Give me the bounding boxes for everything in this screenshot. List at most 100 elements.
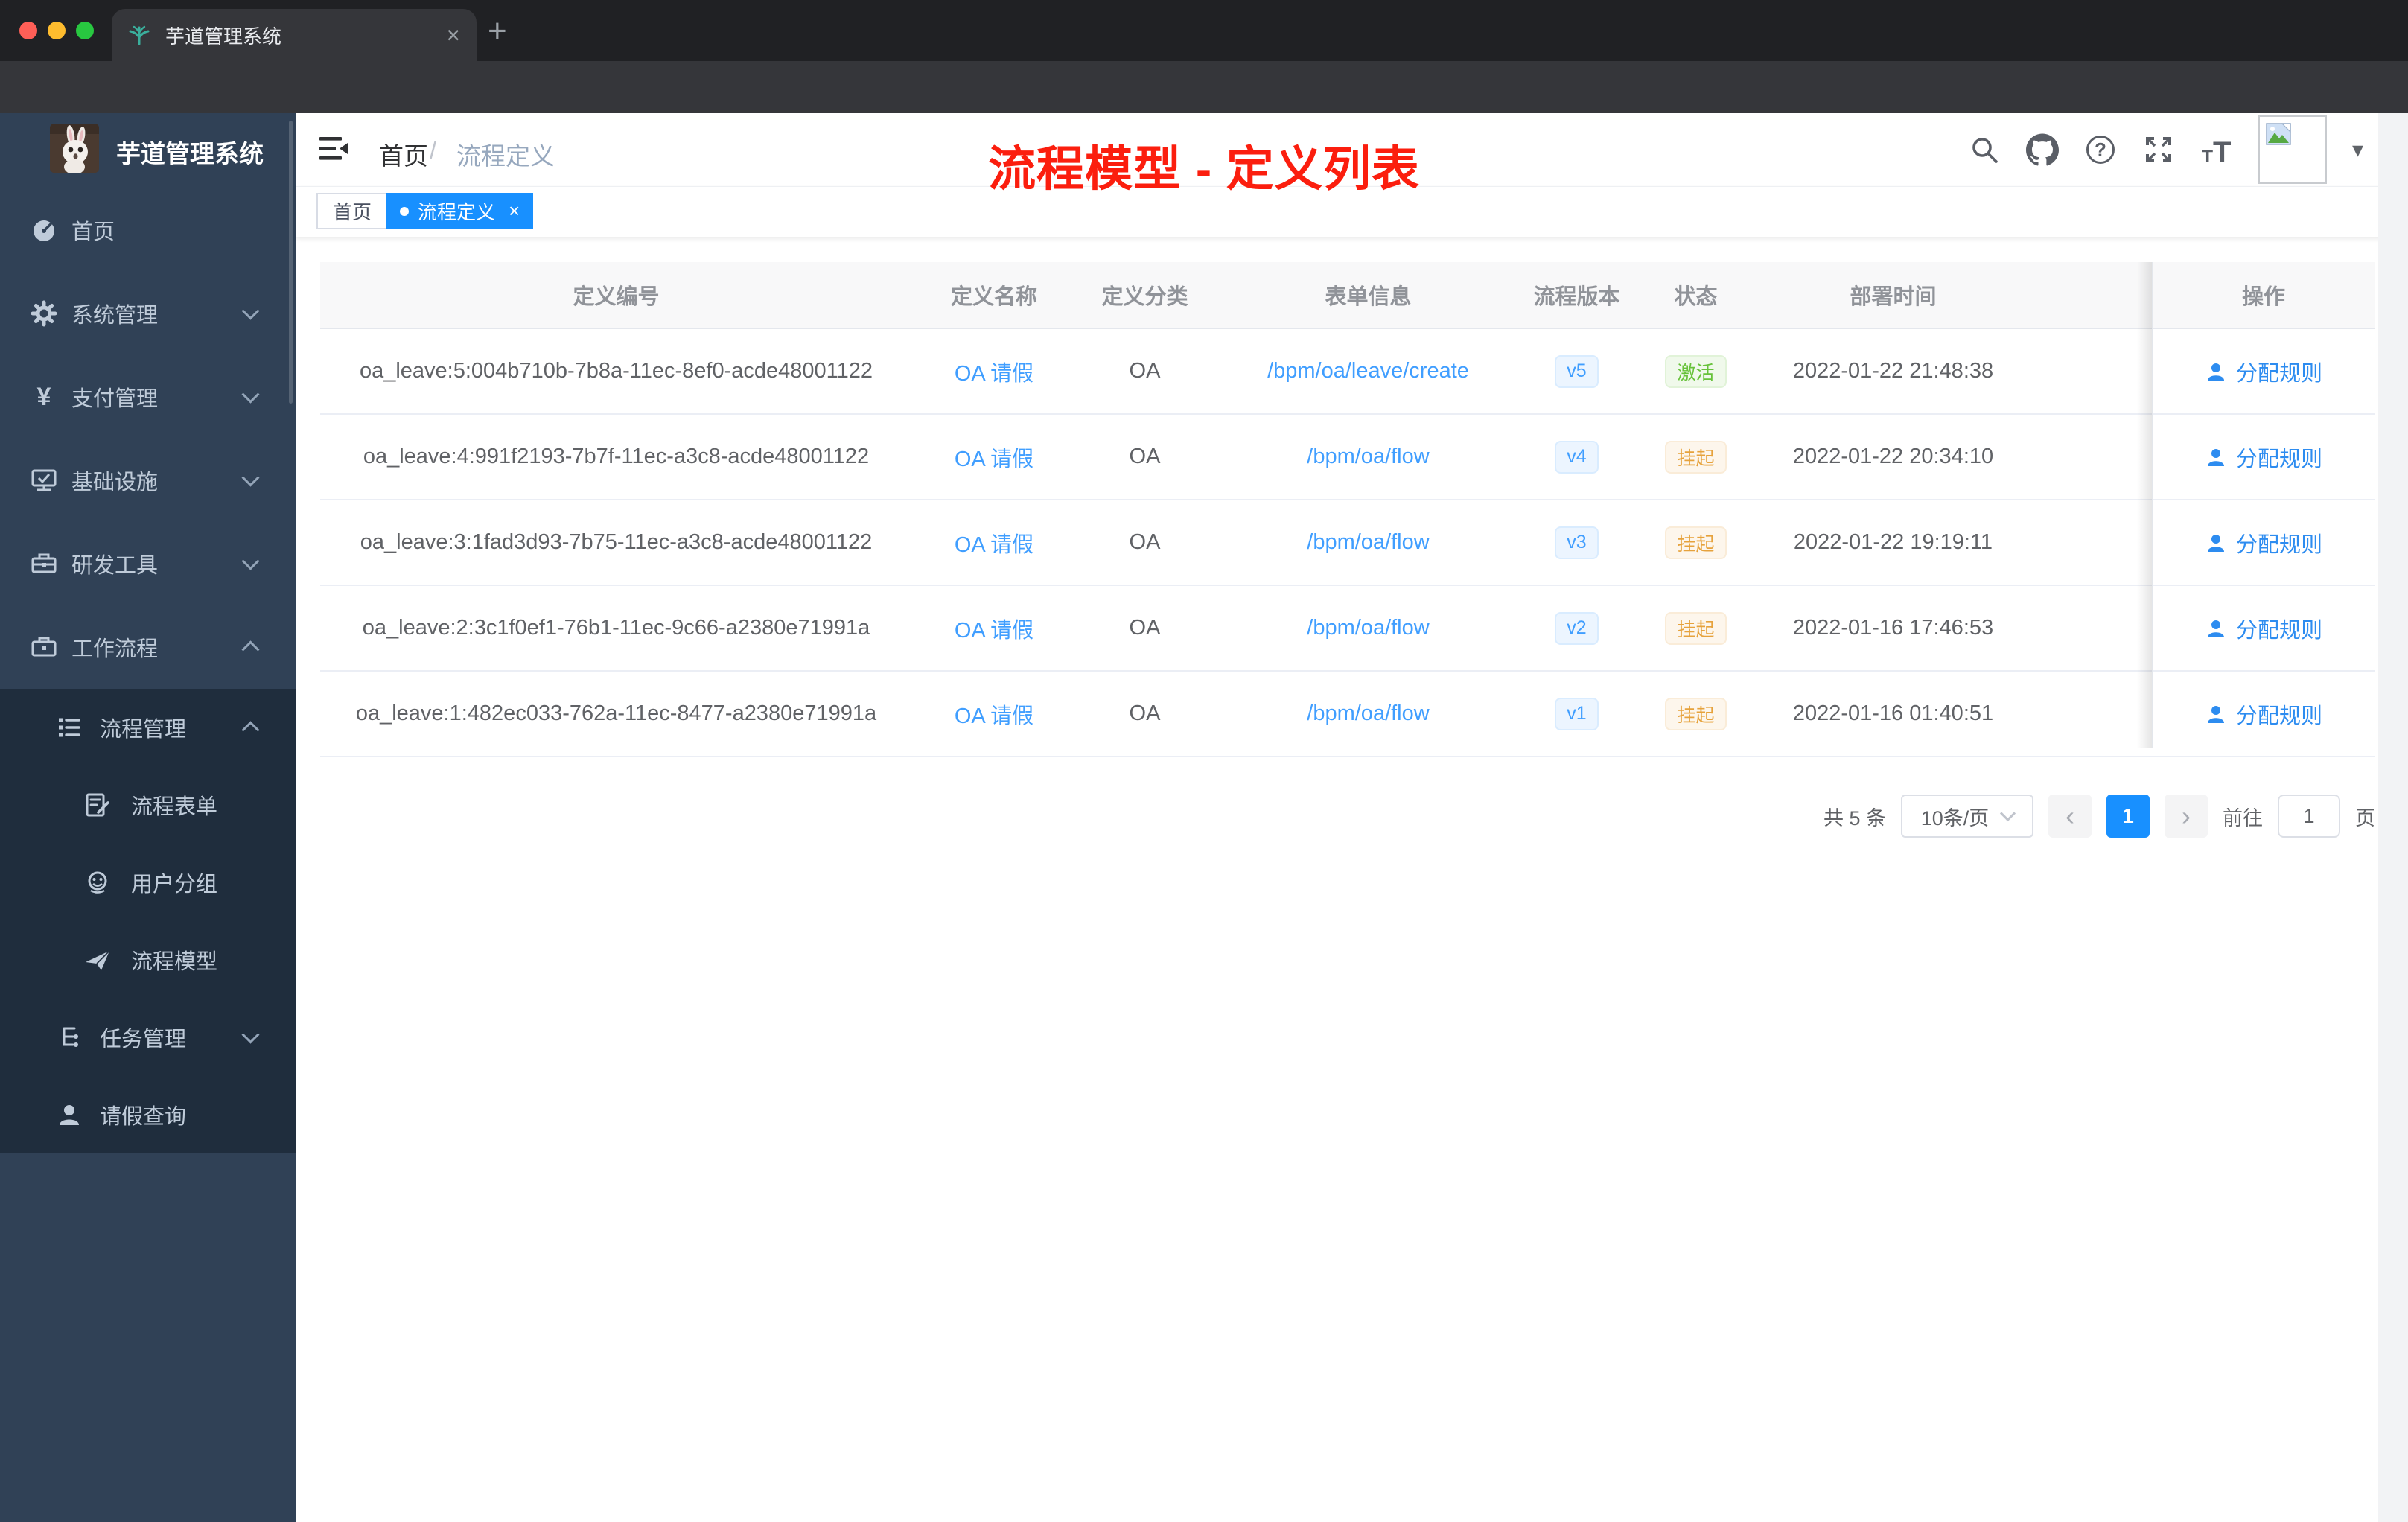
definition-id: oa_leave:2:3c1f0ef1-76b1-11ec-9c66-a2380… <box>362 616 870 640</box>
window-zoom-button[interactable] <box>76 22 94 39</box>
next-page-button[interactable]: › <box>2165 795 2208 838</box>
form-link[interactable]: /bpm/oa/flow <box>1307 701 1429 726</box>
help-icon[interactable]: ? <box>2084 133 2117 166</box>
sidebar-item-workflow[interactable]: 工作流程 <box>0 605 296 689</box>
deploy-time: 2022-01-16 01:40:51 <box>1792 701 1994 725</box>
sidebar-item-system[interactable]: 系统管理 <box>0 272 296 355</box>
chevron-up-icon <box>241 721 260 739</box>
sidebar-item-task-management[interactable]: 任务管理 <box>0 999 296 1076</box>
assign-rule-button[interactable]: 分配规则 <box>2205 356 2322 387</box>
window-minimize-button[interactable] <box>48 22 66 39</box>
sidebar-collapse-icon[interactable] <box>319 136 348 162</box>
chevron-down-icon <box>241 468 260 487</box>
sidebar-logo[interactable]: 芋道管理系统 <box>0 113 296 188</box>
task-tree-icon <box>55 1023 83 1051</box>
app-header: 首页 / 流程定义 ? TT ▾ <box>296 113 2408 186</box>
sidebar-submenu-workflow: 流程管理 流程表单 用户分组 流程模型 任务管理 请假查询 <box>0 689 296 1153</box>
definition-category: OA <box>1129 616 1161 640</box>
sidebar: 芋道管理系统 首页 系统管理 ¥ 支付管理 基础设施 研发工具 工作流程 流程管… <box>0 113 296 1522</box>
active-dot-icon <box>400 206 409 216</box>
form-link[interactable]: /bpm/oa/flow <box>1307 616 1429 640</box>
fixed-column-divider <box>2152 262 2153 748</box>
goto-page-input[interactable] <box>2278 795 2340 838</box>
definition-table: 定义编号 定义名称 定义分类 表单信息 流程版本 状态 部署时间 操作 oa_l… <box>320 262 2375 757</box>
table-row: oa_leave:1:482ec033-762a-11ec-8477-a2380… <box>320 672 2375 757</box>
chevron-down-icon <box>241 385 260 404</box>
definition-id: oa_leave:1:482ec033-762a-11ec-8477-a2380… <box>355 701 877 725</box>
search-icon[interactable] <box>1968 133 2001 166</box>
definition-name-link[interactable]: OA 请假 <box>955 698 1033 730</box>
fullscreen-icon[interactable] <box>2142 133 2175 166</box>
definition-name-link[interactable]: OA 请假 <box>955 527 1033 558</box>
github-icon[interactable] <box>2025 133 2059 166</box>
status-badge: 挂起 <box>1665 697 1727 730</box>
page-size-select[interactable]: 10条/页 <box>1901 795 2033 838</box>
col-header-time: 部署时间 <box>1850 285 1937 309</box>
sidebar-item-infrastructure[interactable]: 基础设施 <box>0 439 296 522</box>
browser-tab-strip: 芋道管理系统 × + <box>0 0 2408 61</box>
tag-home[interactable]: 首页 <box>316 193 389 229</box>
definition-name-link[interactable]: OA 请假 <box>955 613 1033 644</box>
tag-process-definition[interactable]: 流程定义 × <box>386 193 534 229</box>
definition-category: OA <box>1129 701 1161 725</box>
form-link[interactable]: /bpm/oa/flow <box>1307 530 1429 555</box>
sidebar-item-process-form[interactable]: 流程表单 <box>0 766 296 844</box>
prev-page-button[interactable]: ‹ <box>2048 795 2092 838</box>
text-size-icon[interactable]: TT <box>2200 133 2233 168</box>
new-tab-button[interactable]: + <box>488 15 507 48</box>
sidebar-item-payment[interactable]: ¥ 支付管理 <box>0 355 296 439</box>
chevron-down-icon <box>2000 805 2016 821</box>
sidebar-item-devtools[interactable]: 研发工具 <box>0 522 296 605</box>
sidebar-item-user-group[interactable]: 用户分组 <box>0 844 296 921</box>
toolbox-icon <box>30 550 58 578</box>
window-close-button[interactable] <box>19 22 37 39</box>
gear-icon <box>30 299 58 328</box>
sidebar-item-leave-query[interactable]: 请假查询 <box>0 1076 296 1153</box>
user-icon <box>2207 534 2224 552</box>
current-page-button[interactable]: 1 <box>2106 795 2150 838</box>
table-row: oa_leave:3:1fad3d93-7b75-11ec-a3c8-acde4… <box>320 500 2375 586</box>
version-badge: v5 <box>1555 354 1599 388</box>
user-avatar[interactable] <box>2258 115 2327 184</box>
breadcrumb-separator: / <box>430 136 437 164</box>
sidebar-item-process-model[interactable]: 流程模型 <box>0 921 296 999</box>
assign-rule-button[interactable]: 分配规则 <box>2205 613 2322 644</box>
breadcrumb-current: 流程定义 <box>456 142 555 170</box>
favicon-sprout-icon <box>129 25 150 45</box>
avatar-dropdown-caret-icon[interactable]: ▾ <box>2352 137 2363 163</box>
filler-cell <box>2025 586 2152 670</box>
tag-label: 流程定义 <box>418 201 496 223</box>
version-badge: v2 <box>1555 611 1599 645</box>
page-scrollbar-track[interactable] <box>2378 113 2408 1522</box>
tag-close-icon[interactable]: × <box>509 200 520 223</box>
definition-name-link[interactable]: OA 请假 <box>955 356 1033 387</box>
status-badge: 挂起 <box>1665 440 1727 474</box>
tab-close-icon[interactable]: × <box>446 23 460 47</box>
col-header-id: 定义编号 <box>573 285 660 309</box>
form-link[interactable]: /bpm/oa/flow <box>1307 445 1429 469</box>
definition-id: oa_leave:4:991f2193-7b7f-11ec-a3c8-acde4… <box>363 445 870 468</box>
filler-cell <box>2025 329 2152 413</box>
sidebar-item-process-management[interactable]: 流程管理 <box>0 689 296 766</box>
table-row: oa_leave:5:004b710b-7b8a-11ec-8ef0-acde4… <box>320 329 2375 415</box>
person-icon <box>55 1101 83 1129</box>
sidebar-item-home[interactable]: 首页 <box>0 188 296 272</box>
broken-image-icon <box>2266 123 2291 145</box>
deploy-time: 2022-01-16 17:46:53 <box>1792 616 1994 640</box>
definition-category: OA <box>1129 359 1161 383</box>
browser-tab[interactable]: 芋道管理系统 × <box>112 9 477 61</box>
assign-rule-button[interactable]: 分配规则 <box>2205 442 2322 473</box>
dashboard-icon <box>30 216 58 244</box>
sidebar-scrollbar[interactable] <box>289 121 293 404</box>
assign-rule-button[interactable]: 分配规则 <box>2205 527 2322 558</box>
paper-plane-icon <box>83 946 112 974</box>
definition-name-link[interactable]: OA 请假 <box>955 442 1033 473</box>
col-header-version: 流程版本 <box>1533 285 1620 309</box>
assign-rule-button[interactable]: 分配规则 <box>2205 698 2322 730</box>
breadcrumb-home[interactable]: 首页 <box>379 136 428 172</box>
form-link[interactable]: /bpm/oa/leave/create <box>1267 359 1469 383</box>
user-icon <box>2207 705 2224 723</box>
chevron-down-icon <box>241 302 260 320</box>
table-header-row: 定义编号 定义名称 定义分类 表单信息 流程版本 状态 部署时间 操作 <box>320 262 2375 329</box>
yen-icon: ¥ <box>36 383 51 411</box>
